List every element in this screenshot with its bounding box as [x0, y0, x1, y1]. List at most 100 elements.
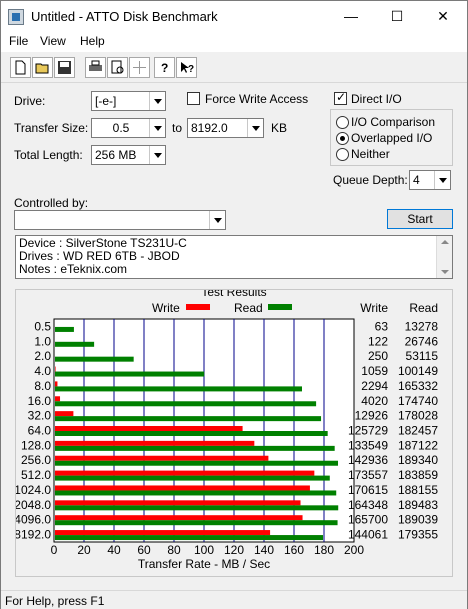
close-button[interactable]: ✕	[420, 1, 466, 32]
x-tick-label: 120	[224, 543, 244, 557]
write-value: 170615	[348, 483, 388, 497]
read-value: 174740	[398, 394, 438, 408]
x-tick-label: 20	[77, 543, 91, 557]
io-mode-group: I/O Comparison Overlapped I/O Neither	[330, 109, 453, 166]
read-value: 187122	[398, 438, 438, 452]
print-preview-icon[interactable]	[107, 57, 128, 78]
controlled-by-select[interactable]	[14, 210, 226, 230]
write-bar	[55, 396, 61, 402]
transfer-size-to-value: 8192.0	[191, 121, 228, 135]
total-length-select[interactable]: 256 MB	[91, 145, 166, 165]
neither-label: Neither	[351, 147, 390, 161]
write-bar	[55, 426, 243, 431]
read-value: 189039	[398, 513, 438, 527]
write-bar	[55, 366, 56, 372]
transfer-size-from-select[interactable]: 0.5	[91, 118, 166, 138]
write-bar	[55, 515, 303, 521]
write-value: 173557	[348, 468, 388, 482]
start-button[interactable]: Start	[387, 209, 453, 229]
minimize-button[interactable]: —	[328, 1, 374, 32]
y-tick-label: 1024.0	[16, 483, 51, 497]
read-value: 182457	[398, 424, 438, 438]
context-help-icon[interactable]: ?	[176, 57, 197, 78]
x-tick-label: 180	[314, 543, 334, 557]
read-bar	[55, 341, 95, 347]
write-value: 250	[368, 349, 388, 363]
force-write-label: Force Write Access	[205, 92, 309, 106]
y-tick-label: 128.0	[21, 438, 51, 452]
direct-io-label: Direct I/O	[351, 92, 402, 106]
y-tick-label: 4.0	[34, 364, 51, 378]
queue-depth-select[interactable]: 4	[409, 170, 451, 190]
app-window: Untitled - ATTO Disk Benchmark — ☐ ✕ Fil…	[0, 0, 468, 609]
save-icon[interactable]	[54, 57, 75, 78]
overlapped-io-label: Overlapped I/O	[351, 131, 433, 145]
status-bar: For Help, press F1	[1, 590, 467, 609]
write-bar	[55, 485, 310, 491]
legend-write-label: Write	[152, 301, 180, 315]
legend-read-label: Read	[234, 301, 263, 315]
transfer-size-from-value: 0.5	[112, 121, 130, 135]
x-tick-label: 80	[167, 543, 181, 557]
y-tick-label: 16.0	[28, 394, 52, 408]
read-value: 100149	[398, 364, 438, 378]
x-tick-label: 200	[344, 543, 364, 557]
read-bar	[55, 401, 317, 407]
menu-help[interactable]: Help	[80, 34, 105, 48]
transfer-to-label: to	[172, 121, 183, 135]
x-tick-label: 60	[137, 543, 151, 557]
help-icon[interactable]: ?	[154, 57, 175, 78]
chevron-down-icon	[209, 211, 225, 229]
read-bar	[55, 505, 339, 511]
write-value: 1059	[361, 364, 388, 378]
write-value: 4020	[361, 394, 388, 408]
overlapped-io-radio[interactable]	[336, 132, 349, 145]
notes-line-notes: Notes : eTeknix.com	[19, 262, 128, 276]
y-tick-label: 8.0	[34, 379, 51, 393]
legend-write-swatch	[186, 304, 210, 310]
controlled-by-label: Controlled by:	[14, 196, 89, 210]
total-length-value: 256 MB	[95, 148, 137, 162]
print-icon[interactable]	[85, 57, 106, 78]
chevron-down-icon	[247, 119, 263, 137]
io-comparison-radio[interactable]	[336, 116, 349, 129]
menu-file[interactable]: File	[9, 34, 28, 48]
move-icon[interactable]	[129, 57, 150, 78]
transfer-size-label: Transfer Size:	[14, 121, 89, 135]
read-value: 179355	[398, 528, 438, 542]
queue-depth-label: Queue Depth:	[333, 173, 408, 187]
read-bar	[55, 356, 134, 362]
legend-read-swatch	[268, 304, 292, 310]
notes-scrollbar[interactable]	[436, 236, 452, 278]
write-value: 164348	[348, 498, 388, 512]
direct-io-checkbox[interactable]	[334, 90, 347, 105]
maximize-button[interactable]: ☐	[374, 1, 420, 32]
read-value: 53115	[406, 349, 439, 363]
write-value: 63	[375, 319, 389, 333]
write-value: 144061	[348, 528, 388, 542]
neither-radio[interactable]	[336, 148, 349, 161]
write-bar	[55, 530, 271, 536]
open-folder-icon[interactable]	[32, 57, 53, 78]
read-value: 178028	[398, 409, 438, 423]
notes-textarea[interactable]: Device : SilverStone TS231U-C Drives : W…	[15, 235, 453, 279]
write-value: 133549	[348, 438, 388, 452]
drive-value: [-e-]	[95, 94, 117, 108]
y-tick-label: 512.0	[21, 468, 51, 482]
write-bar	[55, 440, 255, 446]
app-icon	[8, 9, 24, 25]
chevron-down-icon	[434, 171, 450, 189]
menu-view[interactable]: View	[40, 34, 66, 48]
read-bar	[55, 460, 339, 466]
x-axis-label: Transfer Rate - MB / Sec	[138, 557, 270, 571]
write-value: 125729	[348, 424, 388, 438]
force-write-checkbox[interactable]	[187, 92, 200, 105]
column-header-write: Write	[360, 301, 388, 315]
transfer-size-to-select[interactable]: 8192.0	[187, 118, 264, 138]
y-tick-label: 2.0	[34, 349, 51, 363]
drive-select[interactable]: [-e-]	[91, 91, 166, 111]
new-file-icon[interactable]	[10, 57, 31, 78]
read-value: 188155	[398, 483, 438, 497]
x-tick-label: 140	[254, 543, 274, 557]
chevron-down-icon	[149, 146, 165, 164]
